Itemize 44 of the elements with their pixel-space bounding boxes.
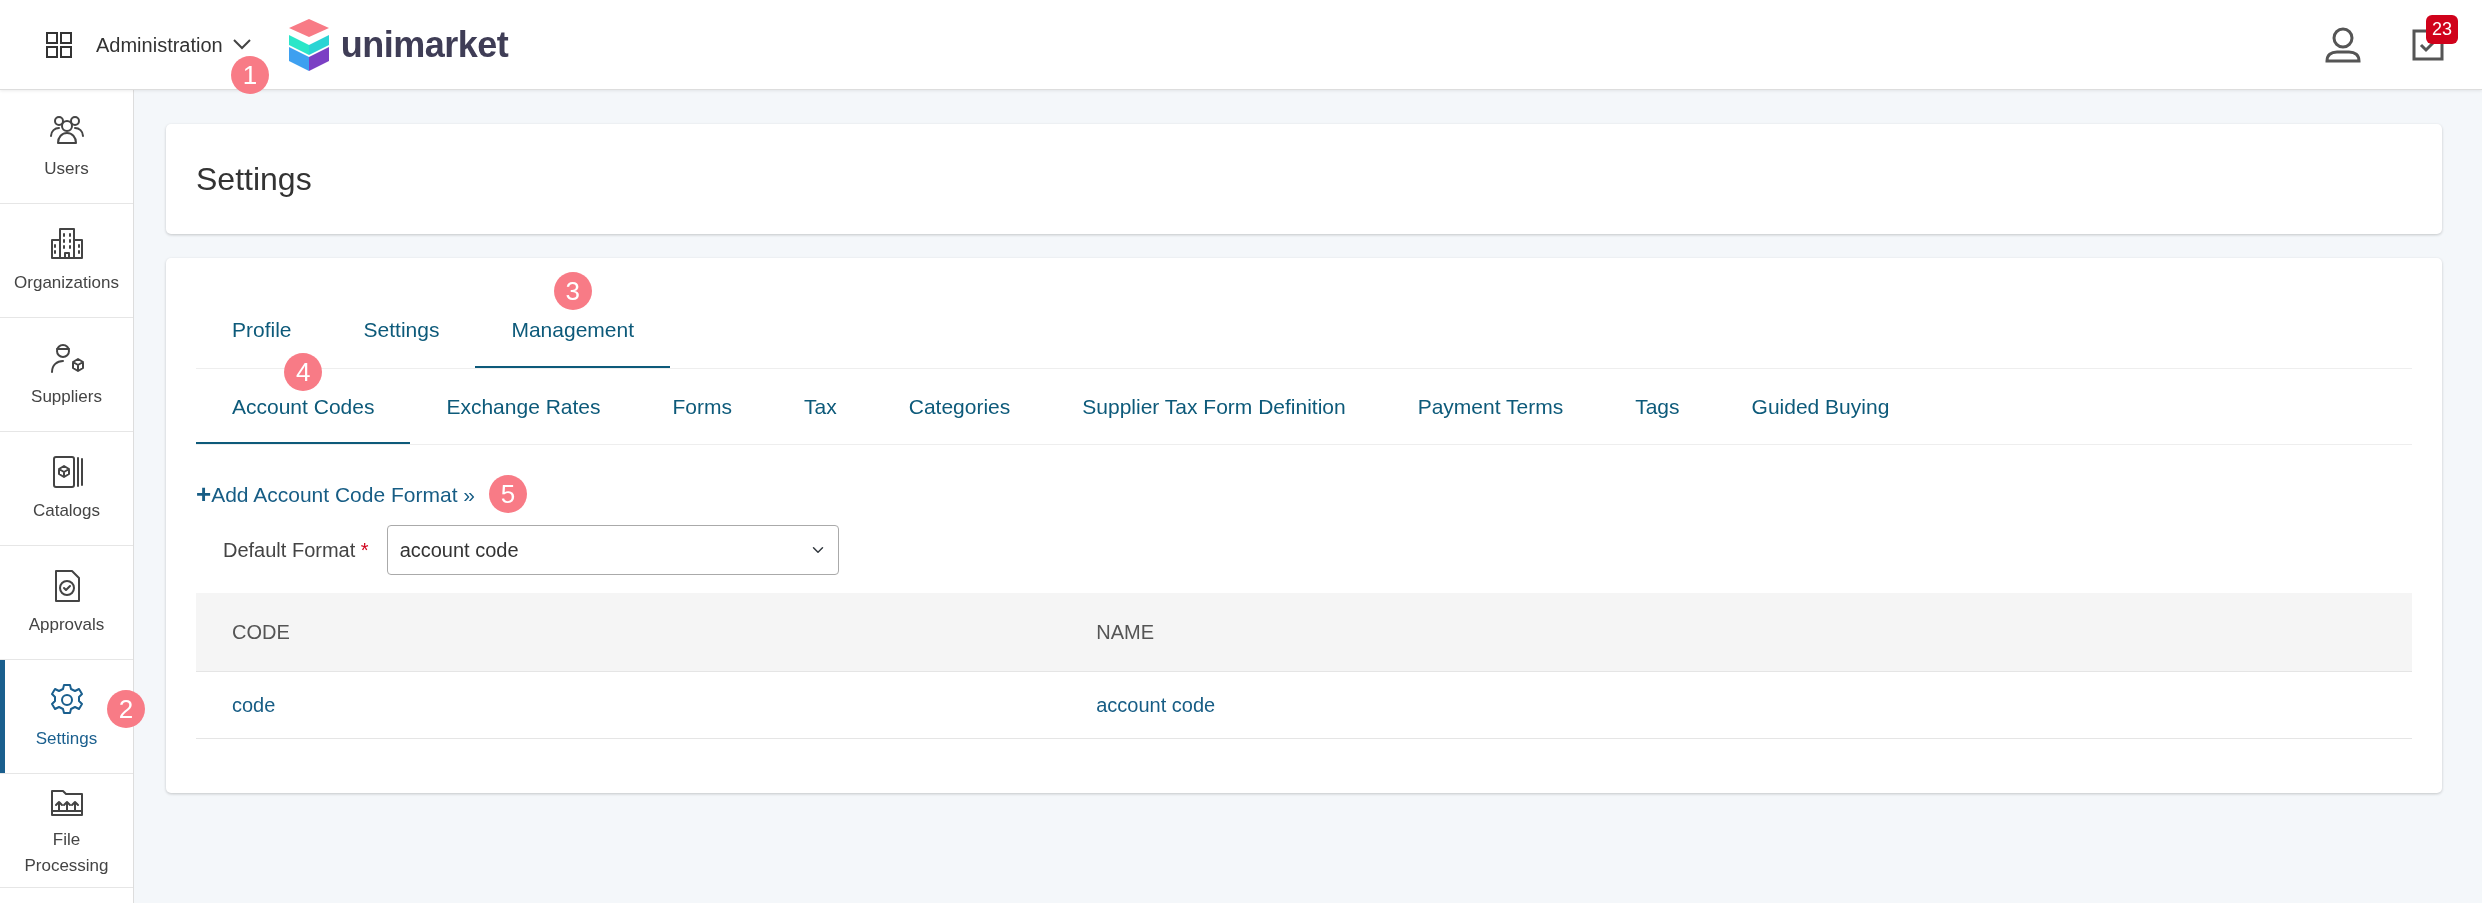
required-mark: * (360, 539, 369, 562)
sidebar-item[interactable]: Suppliers (0, 318, 133, 432)
sidebar-item[interactable]: Catalogs (0, 432, 133, 546)
buildings-icon (48, 225, 85, 262)
notification-count: 23 (2425, 14, 2458, 44)
tab[interactable]: Tax (768, 368, 873, 445)
sidebar-item[interactable]: Organizations (0, 204, 133, 318)
tab[interactable]: Settings (327, 292, 476, 368)
column-header: NAME (1060, 593, 2412, 672)
grid-menu-icon[interactable] (46, 31, 72, 58)
sidebar-label: File Processing (23, 829, 110, 877)
callout-marker: 4 (284, 352, 323, 391)
tab[interactable]: Supplier Tax Form Definition (1046, 368, 1382, 445)
table-cell-link[interactable]: account code (1096, 694, 1216, 717)
tab[interactable]: Tags (1599, 368, 1716, 445)
callout-marker: 3 (553, 272, 592, 311)
tab[interactable]: Categories (872, 368, 1047, 445)
sidebar-item[interactable]: Approvals (0, 546, 133, 660)
user-icon[interactable] (2324, 25, 2362, 64)
tab[interactable]: Exchange Rates (410, 368, 637, 445)
column-header: CODE (196, 593, 1061, 672)
logo-wordmark: unimarket (340, 22, 509, 67)
sidebar-item[interactable]: Users (0, 90, 133, 204)
sidebar-label: Settings (35, 727, 98, 750)
sidebar-label: Suppliers (31, 385, 102, 408)
callout-marker: 5 (489, 475, 527, 514)
field-label: Default Format * (223, 538, 369, 564)
sidebar-label: Users (44, 157, 89, 180)
sidebar-label: Approvals (28, 613, 105, 636)
callout-marker: 1 (231, 56, 269, 94)
tab[interactable]: Forms (636, 368, 769, 445)
sidebar-label: Organizations (14, 271, 119, 294)
add-account-code-format-link[interactable]: +Add Account Code Format » (196, 478, 475, 511)
plus-icon: + (196, 481, 212, 508)
callout-marker: 2 (107, 690, 145, 728)
page-title: Settings (195, 160, 313, 199)
logo-icon (286, 18, 331, 71)
sidebar-item[interactable]: File Processing (0, 774, 133, 888)
sidebar-label: Catalogs (32, 499, 101, 522)
tab[interactable]: Guided Buying (1715, 368, 1926, 445)
default-format-dropdown[interactable]: account code (386, 525, 839, 576)
tab[interactable]: Payment Terms (1381, 368, 1600, 445)
chevron-down-icon (232, 39, 251, 50)
table-cell-link[interactable]: code (232, 694, 276, 717)
